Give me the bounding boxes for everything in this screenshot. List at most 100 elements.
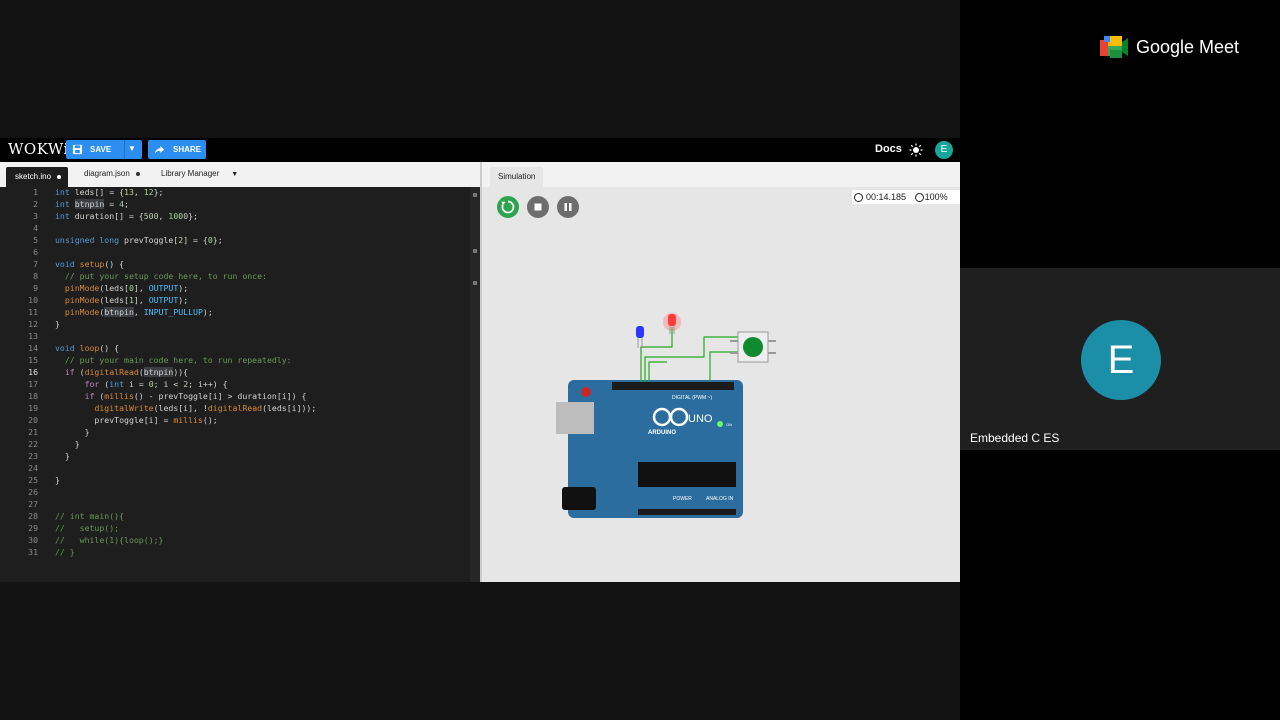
line-number: 28 xyxy=(28,511,38,521)
code-line[interactable]: // int main(){ xyxy=(55,511,124,521)
tab-label: sketch.ino xyxy=(15,172,52,181)
line-number: 13 xyxy=(28,331,38,341)
line-number: 27 xyxy=(28,499,38,509)
board-name: UNO xyxy=(688,413,713,425)
line-number: 20 xyxy=(28,415,38,425)
code-line[interactable]: pinMode(leds[1], OUTPUT); xyxy=(55,295,188,305)
code-line[interactable]: // put your setup code here, to run once… xyxy=(55,271,267,281)
power-header-label: POWER xyxy=(673,496,692,502)
code-line[interactable]: } xyxy=(55,451,70,461)
line-number: 6 xyxy=(33,247,38,257)
red-led[interactable] xyxy=(663,313,681,334)
code-line[interactable]: if (digitalRead(btnpin)){ xyxy=(55,367,188,377)
code-line[interactable]: } xyxy=(55,427,90,437)
share-label: SHARE xyxy=(173,145,202,154)
on-indicator-label: ON xyxy=(726,422,732,427)
line-number: 7 xyxy=(33,259,38,269)
code-line[interactable]: int leds[] = {13, 12}; xyxy=(55,187,163,197)
line-number: 11 xyxy=(28,307,38,317)
participant-tile[interactable]: E Embedded C ES xyxy=(960,268,1280,450)
line-number: 30 xyxy=(28,535,38,545)
screen-share-area: WOKWi SAVE ▼ SHARE Docs E sketch.ino dia… xyxy=(0,0,960,720)
line-number: 2 xyxy=(33,199,38,209)
line-number: 15 xyxy=(28,355,38,365)
code-line[interactable]: } xyxy=(55,439,80,449)
wokwi-window: WOKWi SAVE ▼ SHARE Docs E sketch.ino dia… xyxy=(0,138,960,582)
user-avatar[interactable]: E xyxy=(935,141,953,159)
line-number: 24 xyxy=(28,463,38,473)
line-number: 1 xyxy=(33,187,38,197)
board-brand: ARDUINO xyxy=(648,430,676,436)
save-button[interactable]: SAVE ▼ xyxy=(66,140,142,159)
code-line[interactable]: unsigned long prevToggle[2] = {0}; xyxy=(55,235,223,245)
line-number: 22 xyxy=(28,439,38,449)
code-area[interactable]: 1 2 3 4 5 6 7 8 9 10 11 12 13 14 15 16 1… xyxy=(0,187,470,582)
blue-led[interactable] xyxy=(636,326,644,348)
wokwi-top-bar: WOKWi SAVE ▼ SHARE Docs E xyxy=(0,138,960,162)
digital-header-label: DIGITAL (PWM ~) xyxy=(672,395,712,401)
code-line[interactable]: pinMode(btnpin, INPUT_PULLUP); xyxy=(55,307,213,317)
line-number: 17 xyxy=(28,379,38,389)
code-line[interactable]: if (millis() - prevToggle[i] > duration[… xyxy=(55,391,307,401)
simulation-panel: Simulation 00:14.185 100% UNO ARDUINO DI… xyxy=(480,162,960,582)
code-line[interactable]: } xyxy=(55,319,60,329)
chevron-down-icon[interactable]: ▼ xyxy=(231,171,238,178)
docs-link[interactable]: Docs xyxy=(875,143,902,155)
save-label: SAVE xyxy=(90,145,112,154)
code-line[interactable]: prevToggle[i] = millis(); xyxy=(55,415,217,425)
editor-scrollbar[interactable] xyxy=(470,187,480,582)
arduino-uno-board[interactable]: UNO ARDUINO DIGITAL (PWM ~) ANALOG IN PO… xyxy=(556,380,743,518)
code-line[interactable]: } xyxy=(55,475,60,485)
code-line[interactable]: for (int i = 0; i < 2; i++) { xyxy=(55,379,228,389)
save-divider xyxy=(124,140,125,159)
code-line[interactable]: pinMode(leds[0], OUTPUT); xyxy=(55,283,188,293)
line-number: 8 xyxy=(33,271,38,281)
line-number: 26 xyxy=(28,487,38,497)
line-number: 12 xyxy=(28,319,38,329)
line-number: 29 xyxy=(28,523,38,533)
line-number: 5 xyxy=(33,235,38,245)
scroll-marker xyxy=(473,193,477,197)
line-number: 14 xyxy=(28,343,38,353)
code-line[interactable]: // setup(); xyxy=(55,523,119,533)
line-number: 4 xyxy=(33,223,38,233)
line-number: 10 xyxy=(28,295,38,305)
tab-label: Library Manager xyxy=(161,169,220,178)
share-button[interactable]: SHARE xyxy=(148,140,206,159)
participant-name: Embedded C ES xyxy=(970,431,1060,445)
save-icon xyxy=(72,144,83,155)
line-number: 31 xyxy=(28,547,38,557)
circuit-wires xyxy=(640,327,745,382)
tab-label: diagram.json xyxy=(84,169,130,178)
tab-diagram-json[interactable]: diagram.json xyxy=(84,169,140,178)
code-line[interactable]: void loop() { xyxy=(55,343,119,353)
line-number: 21 xyxy=(28,427,38,437)
line-number: 23 xyxy=(28,451,38,461)
line-number: 18 xyxy=(28,391,38,401)
line-number: 9 xyxy=(33,283,38,293)
chevron-down-icon[interactable]: ▼ xyxy=(128,144,136,153)
code-line[interactable]: // put your main code here, to run repea… xyxy=(55,355,292,365)
code-line[interactable]: digitalWrite(leds[i], !digitalRead(leds[… xyxy=(55,403,316,413)
tab-sketch-ino[interactable]: sketch.ino xyxy=(6,167,69,187)
scroll-marker xyxy=(473,249,477,253)
code-line[interactable]: int btnpin = 4; xyxy=(55,199,129,209)
line-number-current: 16 xyxy=(28,367,38,377)
theme-toggle-icon[interactable] xyxy=(909,143,923,157)
analog-header-label: ANALOG IN xyxy=(706,496,734,502)
code-line[interactable]: int duration[] = {500, 1000}; xyxy=(55,211,198,221)
unsaved-dot-icon xyxy=(135,171,140,176)
wokwi-logo[interactable]: WOKWi xyxy=(8,140,69,158)
line-number: 25 xyxy=(28,475,38,485)
scroll-marker xyxy=(473,281,477,285)
code-line[interactable]: void setup() { xyxy=(55,259,124,269)
unsaved-dot-icon xyxy=(57,174,62,179)
code-editor-panel: sketch.ino diagram.json Library Manager ▼… xyxy=(0,162,480,582)
line-number: 3 xyxy=(33,211,38,221)
participant-avatar: E xyxy=(1081,320,1161,400)
code-line[interactable]: // while(1){loop();} xyxy=(55,535,163,545)
tab-library-manager[interactable]: Library Manager ▼ xyxy=(161,169,238,178)
code-line[interactable]: // } xyxy=(55,547,75,557)
circuit-canvas: UNO ARDUINO DIGITAL (PWM ~) ANALOG IN PO… xyxy=(556,313,776,518)
share-icon xyxy=(154,145,165,154)
